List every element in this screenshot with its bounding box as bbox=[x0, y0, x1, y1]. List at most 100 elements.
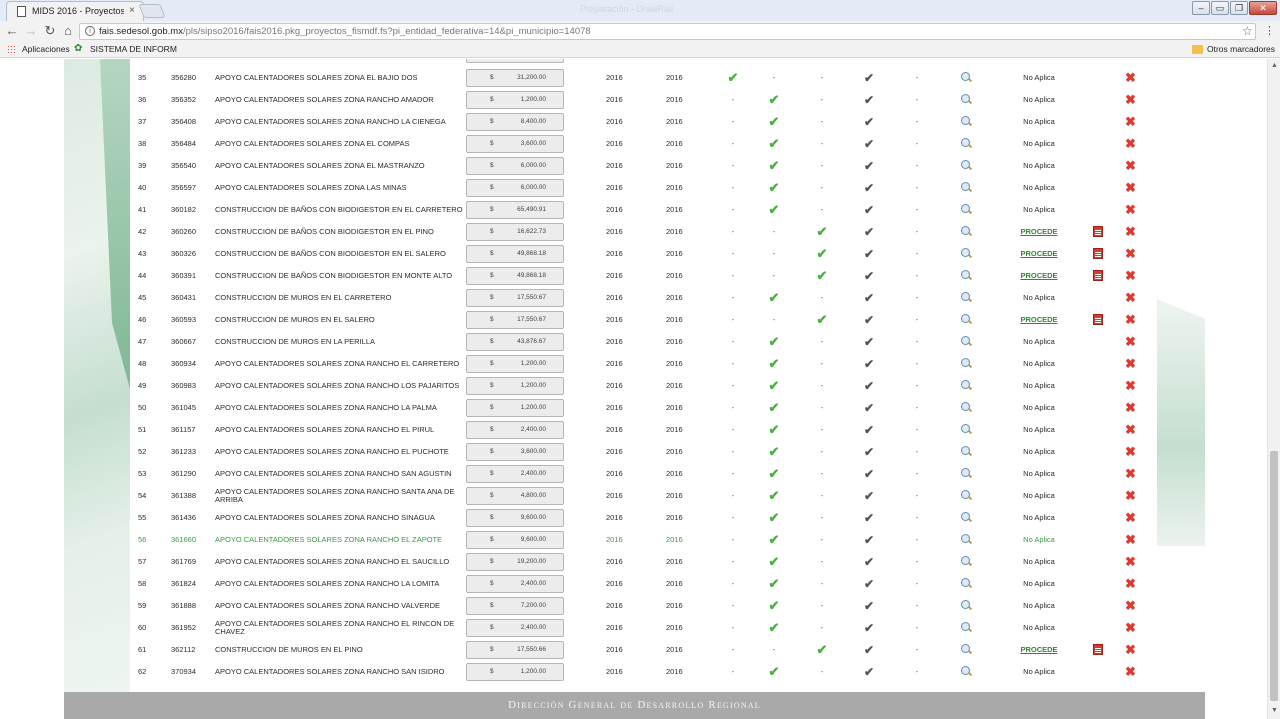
status-label[interactable]: PROCEDE bbox=[1010, 309, 1068, 331]
table-row[interactable]: 46 360593 CONSTRUCCION DE MUROS EN EL SALE… bbox=[130, 309, 1157, 331]
view-button[interactable] bbox=[958, 331, 972, 353]
table-row[interactable]: 58 361824 APOYO CALENTADORES SOLARES ZONA … bbox=[130, 573, 1157, 595]
delete-x-icon[interactable]: ✖ bbox=[1125, 510, 1136, 525]
table-row[interactable]: 41 360182 CONSTRUCCION DE BAÑOS CON BIODIG… bbox=[130, 199, 1157, 221]
delete-x-icon[interactable]: ✖ bbox=[1125, 202, 1136, 217]
bookmark-star-icon[interactable]: ☆ bbox=[1242, 24, 1253, 38]
delete-x-icon[interactable]: ✖ bbox=[1125, 466, 1136, 481]
view-button[interactable] bbox=[958, 441, 972, 463]
view-button[interactable] bbox=[958, 529, 972, 551]
delete-x-icon[interactable]: ✖ bbox=[1125, 246, 1136, 261]
table-row[interactable]: 56 361660 APOYO CALENTADORES SOLARES ZONA … bbox=[130, 529, 1157, 551]
delete-x-icon[interactable]: ✖ bbox=[1125, 642, 1136, 657]
view-button[interactable] bbox=[958, 375, 972, 397]
view-button[interactable] bbox=[958, 661, 972, 683]
pdf-button[interactable] bbox=[1092, 309, 1106, 331]
magnifier-icon[interactable] bbox=[960, 292, 970, 301]
table-row[interactable]: 37 356408 APOYO CALENTADORES SOLARES ZONA … bbox=[130, 111, 1157, 133]
table-row[interactable]: 60 361952 APOYO CALENTADORES SOLARES ZONA … bbox=[130, 617, 1157, 639]
table-row[interactable]: 49 360983 APOYO CALENTADORES SOLARES ZONA … bbox=[130, 375, 1157, 397]
reload-icon[interactable]: ↻ bbox=[43, 24, 57, 38]
magnifier-icon[interactable] bbox=[960, 556, 970, 565]
delete-x-icon[interactable]: ✖ bbox=[1125, 356, 1136, 371]
view-button[interactable] bbox=[958, 551, 972, 573]
delete-button[interactable]: ✖ bbox=[1125, 375, 1139, 397]
delete-button[interactable]: ✖ bbox=[1125, 89, 1139, 111]
view-button[interactable] bbox=[958, 617, 972, 639]
view-button[interactable] bbox=[958, 221, 972, 243]
magnifier-icon[interactable] bbox=[960, 336, 970, 345]
delete-x-icon[interactable]: ✖ bbox=[1125, 158, 1136, 173]
delete-x-icon[interactable]: ✖ bbox=[1125, 92, 1136, 107]
table-row[interactable]: 39 356540 APOYO CALENTADORES SOLARES ZONA … bbox=[130, 155, 1157, 177]
pdf-button[interactable] bbox=[1092, 221, 1106, 243]
delete-x-icon[interactable]: ✖ bbox=[1125, 488, 1136, 503]
view-button[interactable] bbox=[958, 155, 972, 177]
delete-x-icon[interactable]: ✖ bbox=[1125, 620, 1136, 635]
pdf-icon[interactable] bbox=[1093, 644, 1103, 655]
address-bar[interactable]: i fais.sedesol.gob.mx/pls/sipso2016/fais… bbox=[79, 23, 1256, 40]
pdf-icon[interactable] bbox=[1093, 226, 1103, 237]
table-row[interactable]: 47 360667 CONSTRUCCION DE MUROS EN LA PERI… bbox=[130, 331, 1157, 353]
menu-icon[interactable]: ⋮ bbox=[1264, 24, 1275, 37]
delete-button[interactable]: ✖ bbox=[1125, 419, 1139, 441]
view-button[interactable] bbox=[958, 573, 972, 595]
table-row[interactable]: 43 360326 CONSTRUCCION DE BAÑOS CON BIODIG… bbox=[130, 243, 1157, 265]
magnifier-icon[interactable] bbox=[960, 402, 970, 411]
delete-button[interactable]: ✖ bbox=[1125, 111, 1139, 133]
delete-x-icon[interactable]: ✖ bbox=[1125, 268, 1136, 283]
view-button[interactable] bbox=[958, 265, 972, 287]
magnifier-icon[interactable] bbox=[960, 138, 970, 147]
view-button[interactable] bbox=[958, 397, 972, 419]
view-button[interactable] bbox=[958, 507, 972, 529]
magnifier-icon[interactable] bbox=[960, 358, 970, 367]
table-row[interactable]: 42 360260 CONSTRUCCION DE BAÑOS CON BIODIG… bbox=[130, 221, 1157, 243]
delete-x-icon[interactable]: ✖ bbox=[1125, 180, 1136, 195]
scroll-down-icon[interactable]: ▼ bbox=[1271, 707, 1278, 714]
delete-x-icon[interactable]: ✖ bbox=[1125, 312, 1136, 327]
view-button[interactable] bbox=[958, 309, 972, 331]
delete-button[interactable]: ✖ bbox=[1125, 309, 1139, 331]
scrollbar-thumb[interactable] bbox=[1270, 451, 1278, 701]
delete-button[interactable]: ✖ bbox=[1125, 639, 1139, 661]
restore-button[interactable]: ▭ bbox=[1211, 1, 1229, 15]
pdf-button[interactable] bbox=[1092, 243, 1106, 265]
magnifier-icon[interactable] bbox=[960, 72, 970, 81]
table-row[interactable]: 48 360934 APOYO CALENTADORES SOLARES ZONA … bbox=[130, 353, 1157, 375]
delete-button[interactable]: ✖ bbox=[1125, 67, 1139, 89]
magnifier-icon[interactable] bbox=[960, 248, 970, 257]
table-row[interactable]: 59 361888 APOYO CALENTADORES SOLARES ZONA … bbox=[130, 595, 1157, 617]
delete-x-icon[interactable]: ✖ bbox=[1125, 598, 1136, 613]
delete-x-icon[interactable]: ✖ bbox=[1125, 554, 1136, 569]
table-row[interactable]: 50 361045 APOYO CALENTADORES SOLARES ZONA … bbox=[130, 397, 1157, 419]
browser-tab[interactable]: MIDS 2016 - Proyectos F × bbox=[6, 1, 144, 21]
tab-close-icon[interactable]: × bbox=[129, 5, 135, 16]
table-row[interactable]: 51 361157 APOYO CALENTADORES SOLARES ZONA … bbox=[130, 419, 1157, 441]
delete-x-icon[interactable]: ✖ bbox=[1125, 444, 1136, 459]
status-label[interactable]: PROCEDE bbox=[1010, 639, 1068, 661]
delete-x-icon[interactable]: ✖ bbox=[1125, 532, 1136, 547]
bookmark-apps[interactable]: Aplicaciones bbox=[22, 44, 70, 54]
delete-button[interactable]: ✖ bbox=[1125, 397, 1139, 419]
bookmark-otros[interactable]: Otros marcadores bbox=[1207, 44, 1275, 54]
magnifier-icon[interactable] bbox=[960, 182, 970, 191]
delete-button[interactable]: ✖ bbox=[1125, 243, 1139, 265]
delete-x-icon[interactable]: ✖ bbox=[1125, 136, 1136, 151]
delete-button[interactable]: ✖ bbox=[1125, 463, 1139, 485]
apps-icon[interactable] bbox=[7, 45, 16, 54]
delete-x-icon[interactable]: ✖ bbox=[1125, 400, 1136, 415]
info-icon[interactable]: i bbox=[85, 26, 95, 36]
url-text[interactable]: fais.sedesol.gob.mx/pls/sipso2016/fais20… bbox=[99, 26, 591, 37]
table-row[interactable]: 61 362112 CONSTRUCCION DE MUROS EN EL PINO… bbox=[130, 639, 1157, 661]
magnifier-icon[interactable] bbox=[960, 160, 970, 169]
magnifier-icon[interactable] bbox=[960, 424, 970, 433]
magnifier-icon[interactable] bbox=[960, 116, 970, 125]
delete-button[interactable]: ✖ bbox=[1125, 265, 1139, 287]
view-button[interactable] bbox=[958, 177, 972, 199]
status-label[interactable]: PROCEDE bbox=[1010, 265, 1068, 287]
magnifier-icon[interactable] bbox=[960, 622, 970, 631]
magnifier-icon[interactable] bbox=[960, 534, 970, 543]
minimize-button[interactable]: – bbox=[1192, 1, 1210, 15]
pdf-button[interactable] bbox=[1092, 265, 1106, 287]
delete-button[interactable]: ✖ bbox=[1125, 617, 1139, 639]
